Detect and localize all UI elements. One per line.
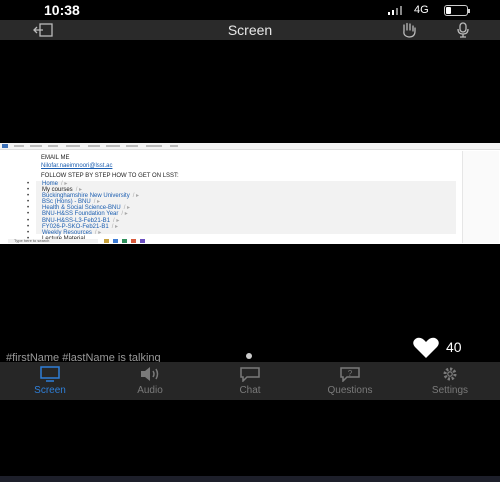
step-link[interactable]: BNU-H&SS Foundation Year	[42, 211, 118, 217]
shared-side-panel	[462, 151, 499, 243]
app-icon	[140, 239, 145, 243]
tab-label: Screen	[34, 385, 66, 396]
shared-taskbar: Type here to search	[0, 238, 500, 482]
step-link[interactable]: Home	[42, 181, 58, 187]
instruction-text: FOLLOW STEP BY STEP HOW TO GET ON LSST:	[41, 173, 179, 179]
tab-settings[interactable]: Settings	[400, 362, 500, 400]
settings-icon	[443, 367, 457, 381]
status-time: 10:38	[44, 2, 80, 18]
battery-icon	[444, 5, 470, 16]
raise-hand-icon[interactable]	[400, 22, 418, 38]
tab-label: Chat	[239, 385, 261, 396]
step-link[interactable]: Weekly Resources	[42, 230, 92, 236]
question-icon: ?	[340, 367, 360, 382]
mic-icon[interactable]	[456, 22, 470, 38]
tab-screen[interactable]: Screen	[0, 362, 100, 400]
shared-browser-toolbar	[0, 143, 500, 150]
tab-label: Questions	[327, 385, 373, 396]
step-link[interactable]: FY026-P-SKO-Feb21-B1	[42, 224, 109, 230]
tab-questions[interactable]: ? Questions	[300, 362, 400, 400]
breadcrumb-separator: / ▸	[94, 229, 102, 236]
breadcrumb-separator: / ▸	[132, 193, 140, 200]
network-type: 4G	[414, 4, 429, 16]
taskbar-search: Type here to search	[8, 239, 98, 243]
step-link[interactable]: BSc (Hons) - BNU	[42, 199, 91, 205]
tab-label: Settings	[431, 385, 469, 396]
step-link[interactable]: Health & Social Science-BNU	[42, 205, 121, 211]
email-label: EMAIL ME	[41, 155, 70, 161]
step-link[interactable]: Buckinghamshire New University	[42, 193, 130, 199]
app-icon	[122, 239, 127, 243]
tab-label: Audio	[137, 385, 163, 396]
breadcrumb-separator: / ▸	[111, 223, 119, 230]
screen-icon	[40, 366, 60, 382]
tab-bar: Screen Audio Chat ? Questions Settings	[0, 362, 500, 400]
heart-icon[interactable]	[412, 337, 440, 359]
signal-icon	[388, 6, 402, 15]
browser-icon	[113, 239, 118, 243]
breadcrumb-separator: / ▸	[61, 181, 68, 187]
step-link[interactable]: BNU-H&SS-L3-Feb21-B1	[42, 218, 110, 224]
breadcrumb-separator: / ▸	[123, 205, 131, 212]
app-icon	[131, 239, 136, 243]
top-bar: Screen	[0, 20, 500, 40]
breadcrumb-separator: / ▸	[113, 217, 120, 224]
like-count: 40	[446, 339, 462, 355]
breadcrumb-separator: / ▸	[93, 199, 101, 206]
folder-icon	[104, 239, 109, 243]
step-text: My courses	[42, 187, 73, 194]
tab-audio[interactable]: Audio	[100, 362, 200, 400]
tab-chat[interactable]: Chat	[200, 362, 300, 400]
chat-icon	[240, 367, 260, 382]
email-link: Nilofar.naeimnoori@lsst.ac	[41, 163, 113, 169]
breadcrumb-separator: / ▸	[75, 187, 83, 194]
shared-screen: EMAIL ME Nilofar.naeimnoori@lsst.ac FOLL…	[0, 143, 500, 244]
status-bar: 10:38 4G	[0, 0, 500, 20]
audio-icon	[141, 367, 159, 381]
breadcrumb-separator: / ▸	[121, 211, 128, 218]
page-title: Screen	[227, 22, 273, 38]
svg-text:?: ?	[348, 369, 353, 378]
steps-list: Home/ ▸My courses/ ▸Buckinghamshire New …	[27, 181, 139, 242]
page-indicator	[246, 353, 252, 359]
